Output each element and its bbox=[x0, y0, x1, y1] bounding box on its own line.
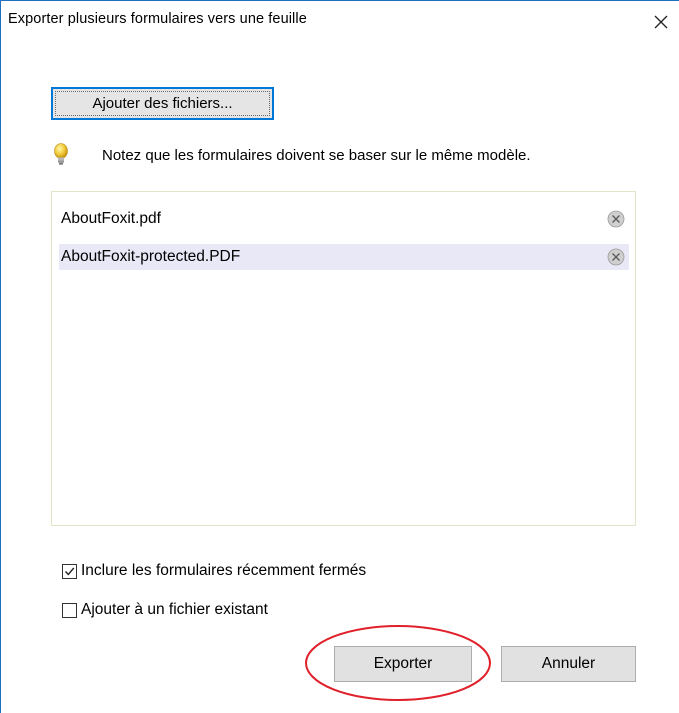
export-forms-dialog: Exporter plusieurs formulaires vers une … bbox=[0, 0, 679, 713]
cancel-label: Annuler bbox=[541, 655, 596, 672]
close-icon bbox=[654, 15, 668, 29]
export-label: Exporter bbox=[373, 655, 433, 672]
include-closed-checkbox[interactable] bbox=[62, 563, 77, 579]
include-closed-label: Inclure les formulaires récemment fermés bbox=[81, 562, 367, 579]
add-files-button[interactable]: Ajouter des fichiers... bbox=[51, 87, 274, 120]
append-existing-option[interactable]: Ajouter à un fichier existant bbox=[62, 601, 268, 619]
append-existing-label: Ajouter à un fichier existant bbox=[81, 601, 268, 618]
list-item-selected[interactable]: AboutFoxit-protected.PDF bbox=[59, 244, 629, 270]
remove-file-icon[interactable] bbox=[607, 210, 625, 228]
note-text: Notez que les formulaires doivent se bas… bbox=[102, 147, 531, 164]
dialog-title: Exporter plusieurs formulaires vers une … bbox=[8, 11, 307, 27]
list-item[interactable]: AboutFoxit.pdf bbox=[59, 206, 629, 232]
include-closed-option[interactable]: Inclure les formulaires récemment fermés bbox=[62, 562, 366, 580]
file-name: AboutFoxit.pdf bbox=[61, 210, 161, 227]
file-list[interactable]: AboutFoxit.pdf AboutFoxit-protected.PDF bbox=[51, 191, 636, 526]
export-button[interactable]: Exporter bbox=[334, 646, 472, 682]
checkmark-icon bbox=[64, 567, 75, 576]
cancel-button[interactable]: Annuler bbox=[501, 646, 636, 682]
add-files-label: Ajouter des fichiers... bbox=[92, 95, 233, 112]
remove-file-icon[interactable] bbox=[607, 248, 625, 266]
append-existing-checkbox[interactable] bbox=[62, 602, 77, 618]
file-name: AboutFoxit-protected.PDF bbox=[61, 248, 241, 265]
lightbulb-icon bbox=[54, 143, 68, 165]
close-button[interactable] bbox=[645, 7, 677, 37]
